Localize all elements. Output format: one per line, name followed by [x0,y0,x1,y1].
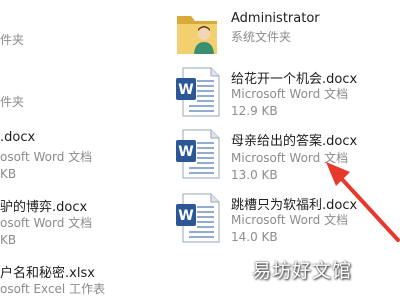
annotation-arrow [326,162,400,242]
watermark: 易坊好文馆 [252,260,353,282]
